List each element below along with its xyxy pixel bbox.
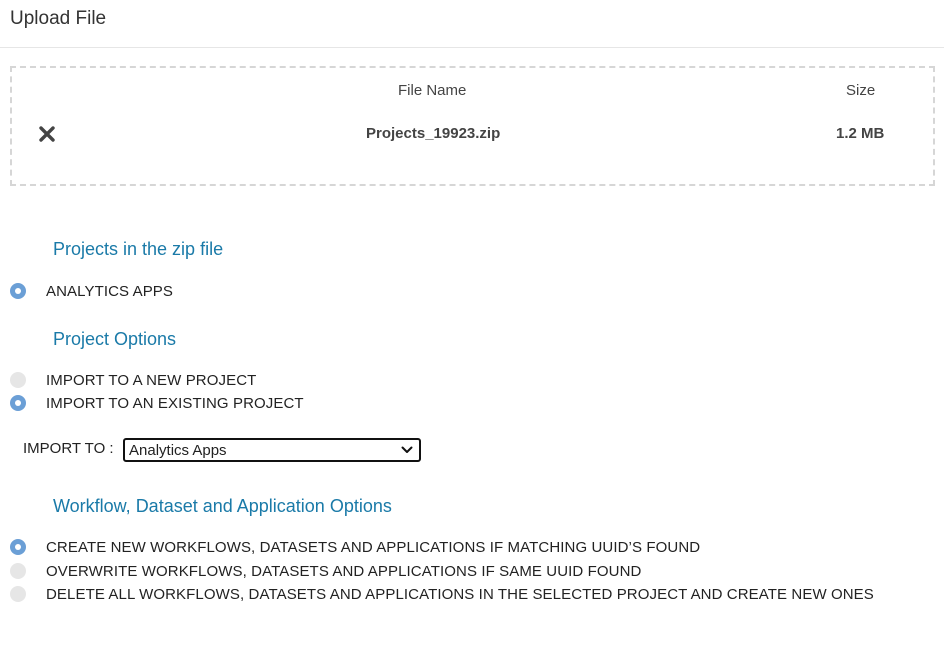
dialog-header: Upload File [0,0,944,48]
option-import-existing-project[interactable]: IMPORT TO AN EXISTING PROJECT [10,393,304,413]
column-header-file-name: File Name [398,82,467,99]
radio-label: CREATE NEW WORKFLOWS, DATASETS AND APPLI… [46,538,701,556]
radio-unselected-icon[interactable] [10,563,26,579]
radio-selected-icon[interactable] [10,395,26,411]
import-to-select[interactable]: Analytics Apps [123,438,421,462]
workflow-options-title: Workflow, Dataset and Application Option… [53,496,392,516]
import-to-selected-value: Analytics Apps [129,442,227,459]
radio-label: IMPORT TO A NEW PROJECT [46,371,257,389]
dialog-title: Upload File [10,8,107,29]
radio-label: IMPORT TO AN EXISTING PROJECT [46,394,304,412]
project-option-analytics-apps[interactable]: ANALYTICS APPS [10,281,173,301]
radio-unselected-icon[interactable] [10,372,26,388]
upload-dropzone[interactable]: File Name Size Projects_19923.zip 1.2 MB [10,66,935,186]
option-import-new-project[interactable]: IMPORT TO A NEW PROJECT [10,370,256,390]
option-overwrite-workflows[interactable]: OVERWRITE WORKFLOWS, DATASETS AND APPLIC… [10,561,641,581]
radio-unselected-icon[interactable] [10,586,26,602]
radio-label: OVERWRITE WORKFLOWS, DATASETS AND APPLIC… [46,562,642,580]
radio-selected-icon[interactable] [10,283,26,299]
import-to-label: IMPORT TO : [23,440,114,457]
column-header-size: Size [846,82,876,99]
file-size-cell: 1.2 MB [836,125,885,142]
option-delete-all-workflows[interactable]: DELETE ALL WORKFLOWS, DATASETS AND APPLI… [10,584,874,604]
radio-selected-icon[interactable] [10,539,26,555]
option-create-new-workflows[interactable]: CREATE NEW WORKFLOWS, DATASETS AND APPLI… [10,537,700,557]
file-name-cell: Projects_19923.zip [366,125,501,142]
project-options-title: Project Options [53,329,177,349]
projects-section-title: Projects in the zip file [53,239,224,259]
radio-label: ANALYTICS APPS [46,282,174,300]
close-x-icon[interactable] [38,125,56,143]
radio-label: DELETE ALL WORKFLOWS, DATASETS AND APPLI… [46,585,874,603]
chevron-down-icon [401,446,413,453]
